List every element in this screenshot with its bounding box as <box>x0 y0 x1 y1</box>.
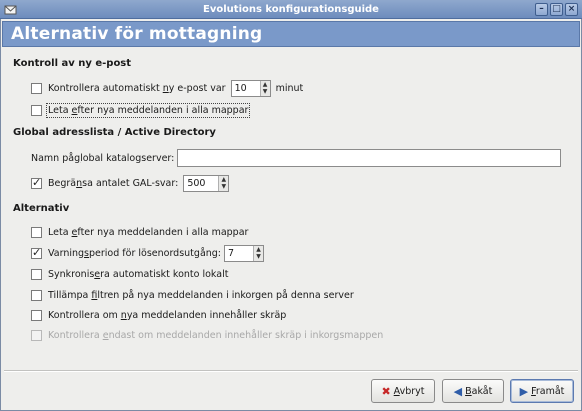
window-titlebar: Evolutions konfigurationsguide – □ × <box>0 0 582 19</box>
option-label[interactable]: Varningsperiod för lösenordsutgång: <box>48 248 221 259</box>
option-checkbox[interactable] <box>31 268 42 280</box>
window-title: Evolutions konfigurationsguide <box>203 4 379 15</box>
option-row-disabled: Kontrollera endast om meddelanden innehå… <box>31 327 383 343</box>
option-label[interactable]: Kontrollera om nya meddelanden innehålle… <box>48 310 286 321</box>
gal-limit-label[interactable]: Begränsa antalet GAL-svar: <box>48 178 178 189</box>
forward-button-label: Framåt <box>531 385 565 397</box>
back-button[interactable]: ◀ Bakåt <box>442 379 504 403</box>
cancel-button[interactable]: ✖ Avbryt <box>371 379 435 403</box>
password-warning-value[interactable]: 7 <box>225 246 253 261</box>
option-checkbox-disabled <box>31 329 42 341</box>
option-label[interactable]: Leta efter nya meddelanden i alla mappar <box>48 227 248 238</box>
arrow-right-icon: ▶ <box>519 384 529 398</box>
option-label[interactable]: Tillämpa filtren på nya meddelanden i in… <box>48 290 354 301</box>
check-all-folders-row: Leta efter nya meddelanden i alla mappar <box>31 102 251 118</box>
spin-down-icon[interactable]: ▼ <box>219 183 228 191</box>
check-all-folders-label[interactable]: Leta efter nya meddelanden i alla mappar <box>45 102 251 118</box>
page-header: Alternativ för mottagning <box>2 21 580 47</box>
password-warning-spinner[interactable]: 7 ▲ ▼ <box>224 244 265 262</box>
section-heading-new-mail: Kontroll av ny e-post <box>13 58 132 69</box>
option-checkbox[interactable] <box>31 226 42 238</box>
check-all-folders-checkbox[interactable] <box>31 104 42 116</box>
spin-down-icon[interactable]: ▼ <box>261 88 270 96</box>
auto-check-unit: minut <box>275 82 304 94</box>
close-window-button[interactable]: × <box>565 3 578 16</box>
gal-server-label: Namn på g lobal katalogserver: <box>31 152 175 164</box>
section-heading-options: Alternativ <box>13 203 70 214</box>
option-row: Kontrollera om nya meddelanden innehålle… <box>31 307 286 323</box>
auto-check-row: Kontrollera automatiskt ny e-post var 10… <box>31 79 304 97</box>
cancel-x-icon: ✖ <box>381 384 391 398</box>
auto-check-label[interactable]: Kontrollera automatiskt ny e-post var <box>48 83 226 94</box>
auto-check-interval-value[interactable]: 10 <box>232 81 260 96</box>
option-label[interactable]: Synkronisera automatiskt konto lokalt <box>48 269 228 280</box>
option-row: Leta efter nya meddelanden i alla mappar <box>31 224 248 240</box>
gal-server-input[interactable] <box>177 149 561 167</box>
evolution-app-icon <box>4 5 17 15</box>
auto-check-interval-spinner[interactable]: 10 ▲ ▼ <box>230 79 271 97</box>
option-checkbox[interactable] <box>31 246 42 259</box>
auto-check-checkbox[interactable] <box>31 82 42 94</box>
maximize-button[interactable]: □ <box>550 3 563 16</box>
spin-up-icon[interactable]: ▲ <box>219 176 228 184</box>
back-button-label: Bakåt <box>465 385 493 397</box>
arrow-left-icon: ◀ <box>453 384 463 398</box>
button-separator <box>4 370 578 372</box>
forward-button[interactable]: ▶ Framåt <box>510 379 574 403</box>
section-heading-gal: Global adresslista / Active Directory <box>13 127 216 138</box>
gal-limit-value[interactable]: 500 <box>184 176 218 191</box>
option-label-disabled: Kontrollera endast om meddelanden innehå… <box>48 329 384 341</box>
option-checkbox[interactable] <box>31 309 42 321</box>
gal-limit-row: Begränsa antalet GAL-svar: 500 ▲▼ <box>31 174 234 192</box>
dialog-frame <box>0 19 582 411</box>
minimize-button[interactable]: – <box>535 3 548 16</box>
option-row: Synkronisera automatiskt konto lokalt <box>31 266 228 282</box>
option-row: Tillämpa filtren på nya meddelanden i in… <box>31 287 354 303</box>
option-row: Varningsperiod för lösenordsutgång: 7 ▲▼ <box>31 244 269 262</box>
spin-up-icon[interactable]: ▲ <box>254 246 263 254</box>
cancel-button-label: Avbryt <box>393 385 425 397</box>
page-title: Alternativ för mottagning <box>11 24 263 44</box>
gal-limit-checkbox[interactable] <box>31 176 42 189</box>
spin-down-icon[interactable]: ▼ <box>254 253 263 261</box>
gal-limit-spinner[interactable]: 500 ▲ ▼ <box>183 174 230 192</box>
spin-up-icon[interactable]: ▲ <box>261 81 270 89</box>
option-checkbox[interactable] <box>31 289 42 301</box>
